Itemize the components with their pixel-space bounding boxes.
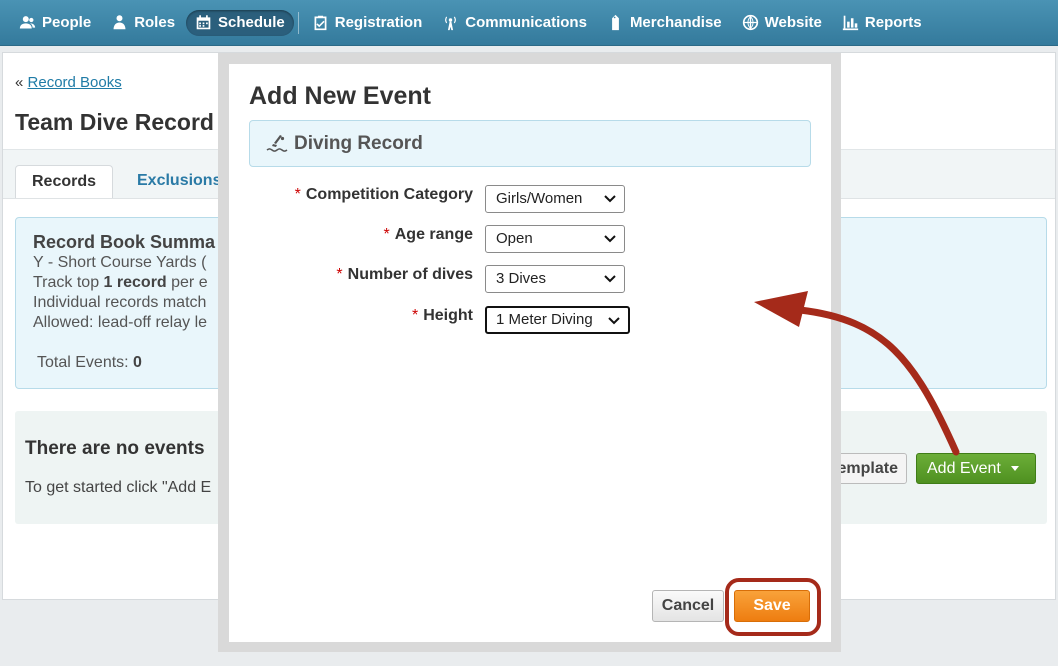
nav-roles[interactable]: Roles <box>102 10 184 36</box>
nav-reports-label: Reports <box>864 14 922 31</box>
competition-category-label: * Competition Category <box>295 185 473 205</box>
add-event-button[interactable]: Add Event <box>916 453 1036 484</box>
nav-reports[interactable]: Reports <box>833 10 931 36</box>
diver-icon <box>266 134 288 152</box>
save-highlight-ring <box>725 578 821 636</box>
add-event-label: Add Event <box>927 460 1001 477</box>
roles-icon <box>113 15 126 30</box>
nav-website[interactable]: Website <box>733 10 831 36</box>
nav-roles-label: Roles <box>134 14 176 31</box>
add-new-event-modal: Add New Event Diving Record * Competition… <box>229 64 831 642</box>
field-competition-category: * Competition Category Girls/Women <box>229 185 831 215</box>
height-label-text: Height <box>423 307 473 324</box>
age-range-value: Open <box>496 230 533 247</box>
modal-title: Add New Event <box>249 82 431 110</box>
required-marker: * <box>294 186 301 203</box>
number-of-dives-label-text: Number of dives <box>347 266 473 283</box>
breadcrumb-prefix: « <box>15 74 24 91</box>
price-tag-icon <box>612 14 619 31</box>
summary-track-count: 1 record <box>103 274 167 291</box>
nav-communications[interactable]: Communications <box>433 10 596 36</box>
calendar-icon <box>196 15 211 30</box>
nav-people[interactable]: People <box>10 10 100 36</box>
people-icon <box>19 16 36 29</box>
tab-records[interactable]: Records <box>15 165 114 198</box>
height-value: 1 Meter Diving <box>496 311 593 328</box>
globe-icon <box>742 14 758 31</box>
competition-category-select[interactable]: Girls/Women <box>485 185 625 213</box>
age-range-select[interactable]: Open <box>485 225 625 253</box>
summary-track-pre: Track top <box>33 274 104 291</box>
number-of-dives-value: 3 Dives <box>496 270 547 287</box>
page-title: Team Dive Record <box>15 109 214 135</box>
top-navigation: People Roles Schedule Registration Commu… <box>0 0 1058 46</box>
nav-people-label: People <box>42 14 92 31</box>
clipboard-check-icon <box>314 15 327 31</box>
caret-down-icon <box>1010 466 1019 472</box>
competition-category-value: Girls/Women <box>496 190 583 207</box>
competition-category-label-text: Competition Category <box>305 186 473 203</box>
nav-schedule[interactable]: Schedule <box>186 9 294 36</box>
age-range-label: * Age range <box>384 225 473 245</box>
field-height: * Height 1 Meter Diving <box>229 306 831 336</box>
breadcrumb-record-books-link[interactable]: Record Books <box>28 74 122 91</box>
nav-merchandise-label: Merchandise <box>629 14 722 31</box>
field-age-range: * Age range Open <box>229 225 831 255</box>
nav-registration-label: Registration <box>334 14 423 31</box>
nav-communications-label: Communications <box>465 14 587 31</box>
broadcast-icon <box>445 16 457 31</box>
chevron-down-icon <box>608 317 620 325</box>
height-select[interactable]: 1 Meter Diving <box>485 306 630 334</box>
required-marker: * <box>383 226 390 243</box>
age-range-label-text: Age range <box>394 226 473 243</box>
chevron-down-icon <box>604 195 616 203</box>
required-marker: * <box>411 307 419 324</box>
nav-schedule-label: Schedule <box>218 14 285 31</box>
number-of-dives-select[interactable]: 3 Dives <box>485 265 625 293</box>
required-marker: * <box>336 266 343 283</box>
nav-merchandise[interactable]: Merchandise <box>598 10 731 36</box>
event-type-label: Diving Record <box>294 132 423 154</box>
total-events-value: 0 <box>133 354 142 371</box>
event-type-panel: Diving Record <box>249 120 811 167</box>
chevron-down-icon <box>604 275 616 283</box>
height-label: * Height <box>412 306 473 326</box>
summary-track-post: per e <box>166 274 208 291</box>
cancel-button[interactable]: Cancel <box>652 590 724 622</box>
field-number-of-dives: * Number of dives 3 Dives <box>229 265 831 295</box>
total-events-label: Total Events: <box>37 354 134 371</box>
number-of-dives-label: * Number of dives <box>336 265 473 285</box>
chevron-down-icon <box>604 235 616 243</box>
bar-chart-icon <box>842 15 859 31</box>
nav-divider <box>297 11 299 34</box>
nav-registration[interactable]: Registration <box>303 10 432 36</box>
nav-website-label: Website <box>764 14 822 31</box>
breadcrumb: « Record Books <box>15 74 122 91</box>
